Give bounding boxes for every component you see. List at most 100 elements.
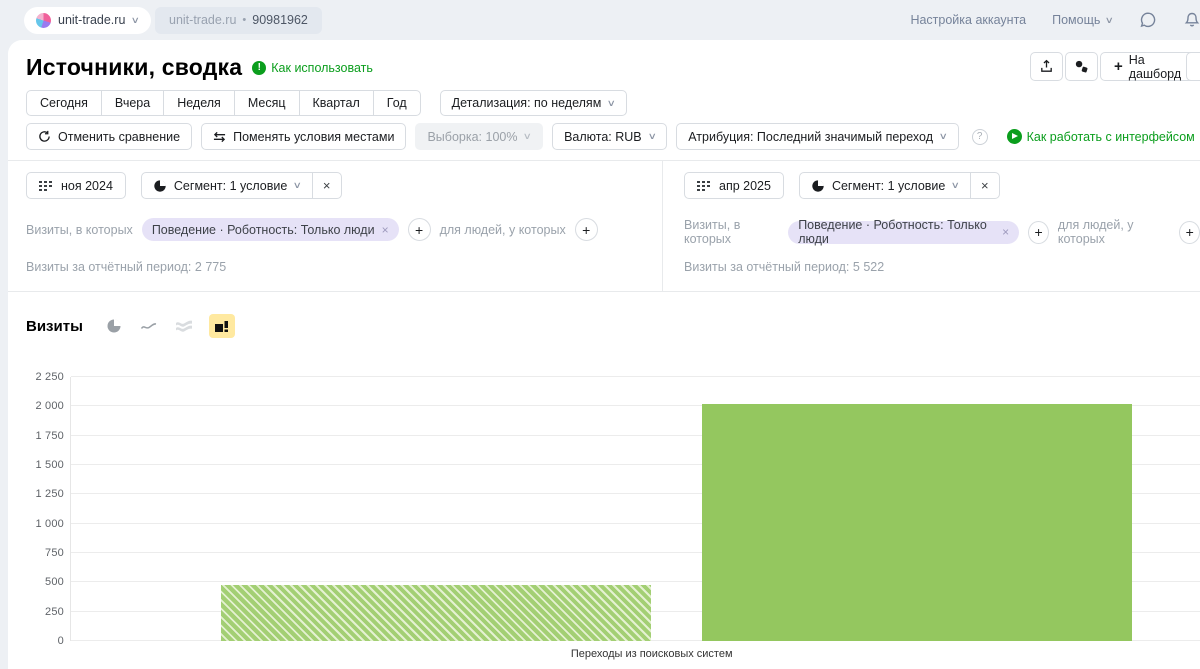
for-people-label: для людей, у которых (1058, 218, 1170, 246)
cancel-comparison-label: Отменить сравнение (58, 130, 180, 144)
counter-site: unit-trade.ru (169, 13, 236, 27)
tab-year[interactable]: Год (373, 90, 421, 116)
sampling-dropdown: Выборка: 100% ∨ (415, 123, 543, 150)
plus-icon: + (1114, 59, 1123, 74)
chevron-down-icon: ∨ (939, 131, 948, 142)
sampling-label: Выборка: 100% (427, 130, 517, 144)
export-icon (1039, 59, 1054, 74)
attribution-dropdown[interactable]: Атрибуция: Последний значимый переход ∨ (676, 123, 958, 150)
bar-period-b[interactable] (702, 404, 1132, 641)
currency-dropdown[interactable]: Валюта: RUB ∨ (552, 123, 667, 150)
pie-segment-icon (811, 179, 825, 193)
segment-a-label: Сегмент: 1 условие (174, 179, 287, 193)
refresh-icon (38, 130, 51, 143)
question-icon[interactable]: ? (972, 129, 988, 145)
calendar-grid-icon (39, 180, 53, 192)
period-tab-group: Сегодня Вчера Неделя Месяц Квартал Год (26, 90, 421, 116)
bell-icon[interactable] (1183, 11, 1200, 29)
chart-title: Визиты (26, 318, 83, 335)
tab-quarter[interactable]: Квартал (299, 90, 374, 116)
tab-today[interactable]: Сегодня (26, 90, 102, 116)
widgets-icon (1074, 59, 1089, 74)
y-axis-tick-label: 1 250 (35, 488, 64, 500)
info-icon: ! (252, 61, 266, 75)
page-title: Источники, сводка (26, 54, 242, 81)
condition-chip-a-label: Поведение · Роботность: Только люди (152, 223, 375, 237)
tab-week[interactable]: Неделя (163, 90, 235, 116)
period-a-label: ноя 2024 (61, 179, 113, 193)
x-category-label: Переходы из поисковых систем (571, 648, 733, 660)
metrica-logo-icon (36, 13, 51, 28)
condition-chip-a[interactable]: Поведение · Роботность: Только люди × (142, 218, 399, 241)
swap-conditions-label: Поменять условия местами (233, 130, 394, 144)
chip-close-icon[interactable]: × (1002, 225, 1009, 239)
add-to-dashboard-button[interactable]: + На дашборд (1100, 52, 1200, 81)
visits-in-which-label: Визиты, в которых (684, 218, 779, 246)
attribution-label: Атрибуция: Последний значимый переход (688, 130, 933, 144)
condition-chip-b[interactable]: Поведение · Роботность: Только люди × (788, 221, 1019, 244)
y-axis-tick-label: 1 500 (35, 459, 64, 471)
y-axis-tick-label: 2 000 (35, 400, 64, 412)
currency-label: Валюта: RUB (564, 130, 642, 144)
swap-conditions-button[interactable]: Поменять условия местами (201, 123, 406, 150)
content-sheet: Источники, сводка ! Как использовать + Н… (8, 40, 1200, 669)
topbar: unit-trade.ru ∨ unit-trade.ru • 90981962… (0, 0, 1200, 40)
calendar-grid-icon (697, 180, 711, 192)
visits-in-which-label: Визиты, в которых (26, 223, 133, 237)
cancel-comparison-button[interactable]: Отменить сравнение (26, 123, 192, 150)
interface-help-link[interactable]: Как работать с интерфейсом (1007, 129, 1195, 144)
visits-bar-chart: 02505007501 0001 2501 5001 7502 0002 250… (8, 370, 1200, 669)
add-to-dashboard-label: На дашборд (1129, 53, 1186, 81)
total-visits-a-value: 2 775 (195, 260, 226, 274)
segment-panel-a: ноя 2024 Сегмент: 1 условие ∨ × Визиты, … (8, 161, 662, 291)
period-b-date-button[interactable]: апр 2025 (684, 172, 784, 199)
y-axis-tick-label: 250 (45, 606, 64, 618)
total-visits-b-value: 5 522 (853, 260, 884, 274)
pie-chart-type-icon[interactable] (104, 316, 124, 336)
stacked-area-chart-type-icon[interactable] (174, 316, 194, 336)
interface-help-label: Как работать с интерфейсом (1027, 130, 1195, 144)
partial-right-button[interactable]: С (1186, 52, 1200, 81)
detalization-label: Детализация: по неделям (452, 96, 602, 110)
export-button[interactable] (1030, 52, 1063, 81)
chevron-down-icon: ∨ (1105, 15, 1114, 26)
widgets-button[interactable] (1065, 52, 1098, 81)
period-b-label: апр 2025 (719, 179, 771, 193)
bar-chart-type-icon[interactable] (209, 314, 235, 338)
help-menu[interactable]: Помощь ∨ (1052, 13, 1113, 27)
divider (8, 291, 1200, 292)
segment-a-remove-button[interactable]: × (312, 173, 341, 198)
chevron-down-icon: ∨ (131, 15, 140, 26)
line-chart-type-icon[interactable] (139, 316, 159, 336)
gridline (71, 376, 1200, 377)
y-axis-tick-label: 750 (45, 547, 64, 559)
detalization-dropdown[interactable]: Детализация: по неделям ∨ (440, 90, 627, 116)
add-visit-condition-b-button[interactable]: + (1028, 221, 1049, 244)
total-visits-a-label: Визиты за отчётный период: (26, 260, 191, 274)
counter-tab[interactable]: unit-trade.ru • 90981962 (155, 7, 322, 34)
help-label: Помощь (1052, 13, 1100, 27)
segment-b-remove-button[interactable]: × (970, 173, 999, 198)
add-people-condition-a-button[interactable]: + (575, 218, 598, 241)
how-to-use-link[interactable]: ! Как использовать (252, 61, 373, 75)
swap-icon (213, 131, 226, 143)
chip-close-icon[interactable]: × (382, 223, 389, 237)
tab-yesterday[interactable]: Вчера (101, 90, 164, 116)
chat-icon[interactable] (1139, 11, 1157, 29)
pie-segment-icon (153, 179, 167, 193)
period-a-date-button[interactable]: ноя 2024 (26, 172, 126, 199)
segment-b-dropdown[interactable]: Сегмент: 1 условие ∨ (800, 173, 970, 198)
segment-a-dropdown[interactable]: Сегмент: 1 условие ∨ (142, 173, 312, 198)
y-axis-tick-label: 1 750 (35, 430, 64, 442)
plot-area (70, 377, 1200, 641)
account-settings-link[interactable]: Настройка аккаунта (910, 13, 1026, 27)
add-visit-condition-a-button[interactable]: + (408, 218, 431, 241)
total-visits-b-label: Визиты за отчётный период: (684, 260, 849, 274)
add-people-condition-b-button[interactable]: + (1179, 221, 1200, 244)
tab-month[interactable]: Месяц (234, 90, 300, 116)
segment-b-control: Сегмент: 1 условие ∨ × (799, 172, 1000, 199)
counter-switcher[interactable]: unit-trade.ru ∨ (24, 7, 151, 34)
segment-panel-b: апр 2025 Сегмент: 1 условие ∨ × Визиты, … (662, 161, 1200, 291)
counter-name: unit-trade.ru (58, 13, 125, 27)
bar-period-a[interactable] (221, 585, 651, 641)
